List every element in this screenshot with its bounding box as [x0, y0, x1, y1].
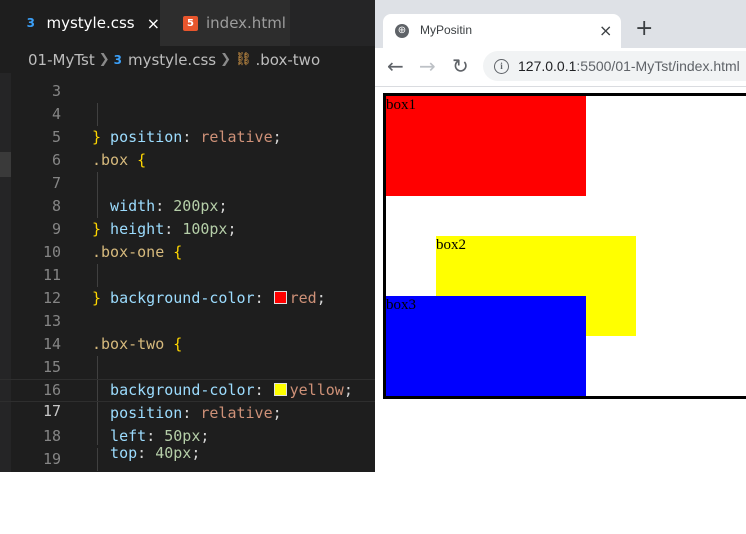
code-line: 19 } — [0, 425, 375, 468]
code-line: 9 .box-one { — [0, 195, 375, 261]
code-line: 13 .box-two { — [0, 287, 375, 353]
address-bar[interactable]: i 127.0.0.1:5500/01-MyTst/index.html — [483, 51, 746, 81]
reload-button[interactable]: ↻ — [452, 54, 469, 78]
url-text: 127.0.0.1:5500/01-MyTst/index.html — [518, 58, 740, 74]
new-tab-button[interactable]: + — [635, 16, 653, 41]
forward-button[interactable]: → — [419, 54, 436, 78]
code-line: 15 position: relative; — [0, 333, 375, 422]
code-line: 6 width: 200px; — [0, 126, 375, 215]
browser-window: ⊕ MyPositin × + ← → ↻ i 127.0.0.1:5500/0… — [375, 0, 746, 472]
box-label: box1 — [386, 97, 416, 113]
box-label: box2 — [436, 237, 466, 253]
positioned-container: box1 box2 box3 — [383, 93, 746, 399]
code-line: 7 height: 100px; — [0, 149, 375, 238]
tab-index-html[interactable]: 5 index.html — [160, 0, 290, 46]
code-line: 20 — [0, 448, 375, 471]
code-line: 3 position: relative; — [0, 57, 375, 146]
box-one: box1 — [386, 96, 586, 196]
code-line: 8 } — [0, 172, 375, 238]
browser-toolbar: ← → ↻ i 127.0.0.1:5500/01-MyTst/index.ht… — [375, 48, 746, 87]
css-file-icon: 3 — [26, 16, 35, 30]
code-line: 12 — [0, 264, 375, 307]
tab-label: mystyle.css — [46, 14, 135, 32]
info-icon[interactable]: i — [494, 59, 509, 74]
globe-icon: ⊕ — [395, 24, 409, 38]
html-file-icon: 5 — [183, 15, 198, 31]
back-button[interactable]: ← — [387, 54, 404, 78]
code-text: z-index: -1; — [92, 471, 218, 472]
code-editor: 3 mystyle.css × 5 index.html 01-MyTst ❯ … — [0, 0, 375, 472]
code-line: 16 left: 50px; — [0, 356, 375, 445]
code-line-current: 17 top: 40px; — [0, 379, 375, 462]
code-line: 10 background-color: red; — [0, 218, 375, 307]
close-icon[interactable]: × — [147, 14, 160, 33]
browser-tab-title: MyPositin — [420, 23, 473, 37]
code-line: 11 } — [0, 241, 375, 307]
tab-mystyle-css[interactable]: 3 mystyle.css × — [0, 0, 160, 46]
browser-tab[interactable]: ⊕ MyPositin × — [383, 14, 621, 48]
url-path: :5500/01-MyTst/index.html — [576, 58, 740, 74]
code-text: } — [92, 471, 101, 472]
url-host: 127.0.0.1 — [518, 58, 577, 74]
page-viewport: box1 box2 box3 — [375, 87, 746, 472]
tab-label: index.html — [206, 14, 286, 32]
browser-tab-strip: ⊕ MyPositin × + — [375, 0, 746, 48]
editor-tab-bar: 3 mystyle.css × 5 index.html — [0, 0, 375, 46]
close-tab-icon[interactable]: × — [599, 21, 612, 40]
code-line: 4 } — [0, 80, 375, 146]
code-line: 5 .box { — [0, 103, 375, 169]
box-label: box3 — [386, 297, 416, 313]
box-three: box3 — [386, 296, 586, 396]
line-number: 20 — [0, 471, 61, 472]
code-line: 18 z-index: -1; — [0, 402, 375, 471]
code-line: 14 background-color: yellow; — [0, 310, 375, 399]
